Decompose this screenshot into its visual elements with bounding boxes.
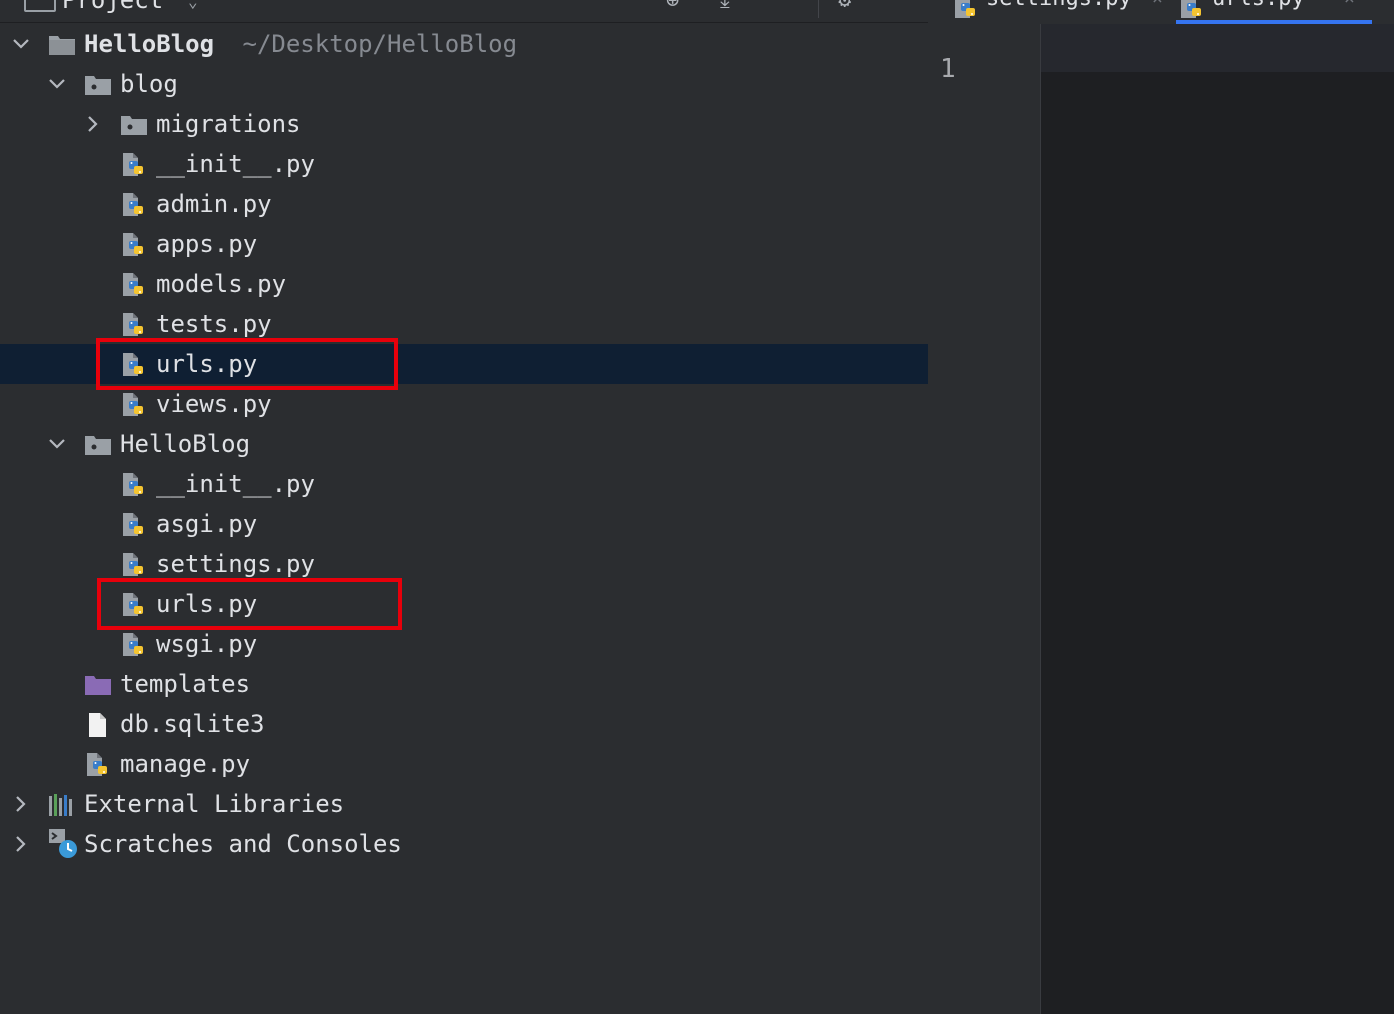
chevron-down-icon[interactable] xyxy=(10,33,32,55)
python-file-icon xyxy=(120,352,148,378)
python-file-icon xyxy=(120,472,148,498)
python-file-icon xyxy=(84,752,112,778)
python-file-icon xyxy=(120,632,148,658)
python-file-icon xyxy=(1178,0,1202,18)
package-folder-icon xyxy=(120,112,148,138)
python-file-icon xyxy=(120,312,148,338)
chevron-right-icon[interactable] xyxy=(10,793,32,815)
tree-row[interactable]: models.py xyxy=(0,264,928,304)
tree-row[interactable]: __init__.py xyxy=(0,144,928,184)
python-file-icon xyxy=(120,192,148,218)
tree-row[interactable]: asgi.py xyxy=(0,504,928,544)
module-folder-icon xyxy=(48,32,76,58)
tab-label: urls.py xyxy=(1212,0,1305,11)
python-file-icon xyxy=(120,512,148,538)
tree-item-label: apps.py xyxy=(156,230,258,258)
editor-tab[interactable]: urls.py × xyxy=(1176,0,1376,24)
libraries-icon xyxy=(48,792,76,818)
project-toolwindow-header: Project ⌄ ⊕ ⤓ ⌃ ⚙ xyxy=(0,0,928,23)
toolbar-divider xyxy=(818,0,819,18)
project-icon xyxy=(24,0,56,12)
toolwindow-title[interactable]: Project xyxy=(62,0,163,14)
tree-item-label: __init__.py xyxy=(156,150,315,178)
python-file-icon xyxy=(120,392,148,418)
chevron-down-icon[interactable] xyxy=(46,433,68,455)
tree-row[interactable]: views.py xyxy=(0,384,928,424)
editor-tab[interactable]: settings.py × xyxy=(950,0,1163,24)
project-tree[interactable]: HelloBlog ~/Desktop/HelloBlog blog migratio… xyxy=(0,24,928,1014)
python-file-icon xyxy=(952,0,976,18)
project-path: ~/Desktop/HelloBlog xyxy=(242,30,518,58)
gear-icon[interactable]: ⚙ xyxy=(838,0,851,13)
python-file-icon xyxy=(120,272,148,298)
tree-item-label: tests.py xyxy=(156,310,272,338)
tree-row[interactable]: urls.py xyxy=(0,344,928,384)
tree-item-label: admin.py xyxy=(156,190,272,218)
tree-item-label: HelloBlog xyxy=(120,430,251,458)
tree-item-label: settings.py xyxy=(156,550,315,578)
tree-item-label: asgi.py xyxy=(156,510,258,538)
tree-row[interactable]: External Libraries xyxy=(0,784,928,824)
editor-tabs: settings.py × urls.py × xyxy=(928,0,1394,25)
templates-folder-icon xyxy=(84,672,112,698)
tree-item-label: templates xyxy=(120,670,251,698)
scratches-icon xyxy=(48,828,77,858)
package-folder-icon xyxy=(84,72,112,98)
tree-row[interactable]: wsgi.py xyxy=(0,624,928,664)
tree-row[interactable]: migrations xyxy=(0,104,928,144)
chevron-down-icon[interactable]: ⌄ xyxy=(188,0,198,11)
tree-row[interactable]: templates xyxy=(0,664,928,704)
package-folder-icon xyxy=(84,432,112,458)
python-file-icon xyxy=(120,552,148,578)
tree-item-label: wsgi.py xyxy=(156,630,258,658)
tree-row[interactable]: apps.py xyxy=(0,224,928,264)
collapse-all-icon[interactable]: ⌃ xyxy=(774,0,787,13)
python-file-icon xyxy=(120,592,148,618)
tab-label: settings.py xyxy=(986,0,1132,11)
tree-item-label: HelloBlog xyxy=(84,30,215,58)
tree-row[interactable]: urls.py xyxy=(0,584,928,624)
tree-item-label: __init__.py xyxy=(156,470,315,498)
tree-row[interactable]: HelloBlog xyxy=(0,424,928,464)
tree-row[interactable]: __init__.py xyxy=(0,464,928,504)
tree-row[interactable]: Scratches and Consoles xyxy=(0,824,928,864)
tree-item-label: db.sqlite3 xyxy=(120,710,265,738)
chevron-right-icon[interactable] xyxy=(82,113,104,135)
tree-row[interactable]: blog xyxy=(0,64,928,104)
tree-item-label: manage.py xyxy=(120,750,251,778)
expand-all-icon[interactable]: ⤓ xyxy=(720,0,730,13)
code-area[interactable] xyxy=(1041,24,1394,1014)
chevron-down-icon[interactable] xyxy=(46,73,68,95)
tree-item-label: blog xyxy=(120,70,178,98)
tree-item-label: Scratches and Consoles xyxy=(84,830,402,858)
tree-row[interactable]: db.sqlite3 xyxy=(0,704,928,744)
editor-gutter: 1 xyxy=(928,24,1041,1014)
current-line-highlight xyxy=(1041,24,1394,72)
generic-file-icon xyxy=(84,712,112,738)
close-icon[interactable]: × xyxy=(1344,0,1355,9)
tree-item-label: views.py xyxy=(156,390,272,418)
tree-item-label: models.py xyxy=(156,270,287,298)
python-file-icon xyxy=(120,232,148,258)
editor-area: settings.py × urls.py × 1 xyxy=(928,0,1394,1014)
tree-item-label: External Libraries xyxy=(84,790,345,818)
tree-row[interactable]: admin.py xyxy=(0,184,928,224)
python-file-icon xyxy=(120,152,148,178)
tree-row[interactable]: manage.py xyxy=(0,744,928,784)
tree-row[interactable]: tests.py xyxy=(0,304,928,344)
line-number: 1 xyxy=(940,54,956,84)
tree-item-label: urls.py xyxy=(156,590,258,618)
tree-item-label: migrations xyxy=(156,110,301,138)
tree-row[interactable]: HelloBlog ~/Desktop/HelloBlog xyxy=(0,24,928,64)
tree-item-label: urls.py xyxy=(156,350,258,378)
locate-file-icon[interactable]: ⊕ xyxy=(666,0,679,13)
close-icon[interactable]: × xyxy=(1152,0,1163,9)
tree-row[interactable]: settings.py xyxy=(0,544,928,584)
chevron-right-icon[interactable] xyxy=(10,833,32,855)
